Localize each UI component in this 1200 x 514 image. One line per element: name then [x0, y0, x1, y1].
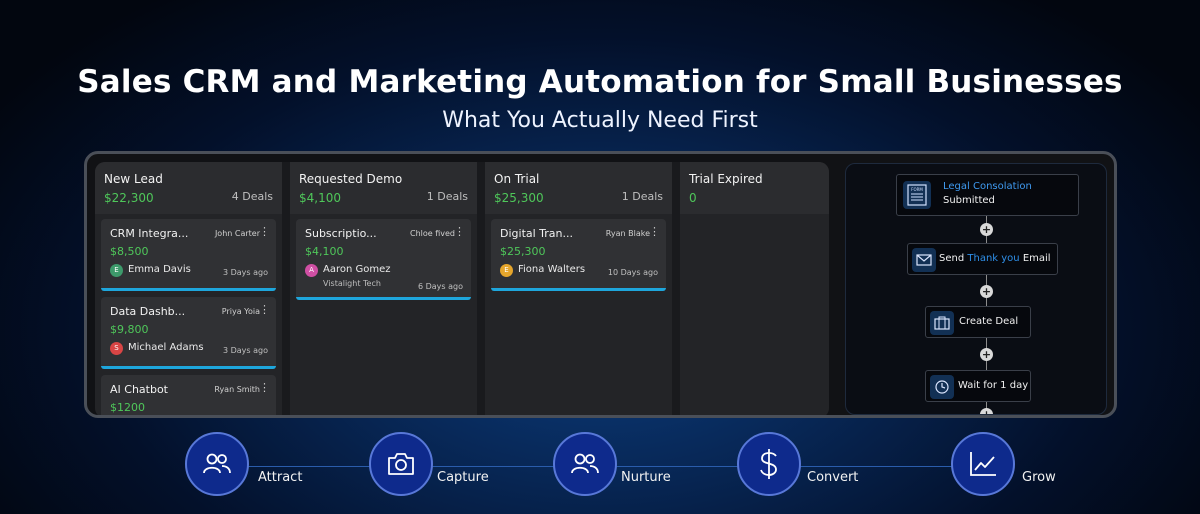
card-progress-bar: [491, 288, 666, 291]
trigger-status: Submitted: [943, 195, 995, 206]
column-header: Requested Demo $4,100 1 Deals: [290, 162, 477, 214]
deal-owner: Priya Yoia: [221, 307, 260, 316]
column-title: New Lead: [104, 172, 163, 186]
pipeline-board: New Lead $22,300 4 Deals CRM Integra... …: [95, 162, 829, 415]
column-amount: 0: [689, 191, 697, 205]
automation-workflow: FORM Legal Consolation Submitted + Send …: [845, 163, 1107, 415]
send-email-label: Send Thank you Email: [939, 253, 1051, 264]
column-title: On Trial: [494, 172, 540, 186]
more-options-icon[interactable]: ⋮: [454, 226, 465, 237]
deal-name: Subscriptio...: [305, 227, 377, 240]
dollar-icon: [760, 449, 777, 479]
pipeline-column-on-trial: On Trial $25,300 1 Deals Digital Tran...…: [485, 162, 672, 415]
wait-node[interactable]: Wait for 1 day: [925, 370, 1031, 402]
add-step-icon[interactable]: +: [980, 285, 993, 298]
send-email-node[interactable]: Send Thank you Email: [907, 243, 1058, 275]
trigger-title: Legal Consolation: [943, 181, 1032, 192]
column-deal-count: 1 Deals: [621, 190, 663, 203]
card-progress-bar: [101, 288, 276, 291]
step-label-grow: Grow: [1022, 470, 1056, 485]
contact-name: Emma Davis: [128, 264, 191, 275]
add-step-icon[interactable]: +: [980, 348, 993, 361]
deal-amount: $9,800: [110, 323, 149, 336]
column-title: Trial Expired: [689, 172, 763, 186]
step-label-capture: Capture: [437, 470, 489, 485]
deal-card[interactable]: AI Chatbot Ryan Smith ⋮ $1200: [101, 375, 276, 415]
svg-text:FORM: FORM: [911, 187, 923, 192]
deal-age: 3 Days ago: [222, 268, 268, 277]
deal-name: Data Dashb...: [110, 305, 186, 318]
add-step-icon[interactable]: +: [980, 223, 993, 236]
app-window: New Lead $22,300 4 Deals CRM Integra... …: [84, 151, 1117, 418]
pipeline-column-requested-demo: Requested Demo $4,100 1 Deals Subscripti…: [290, 162, 477, 415]
deal-owner: Chloe fived: [409, 229, 455, 238]
deal-owner: Ryan Smith: [214, 385, 260, 394]
step-nurture[interactable]: [553, 432, 617, 496]
contact-name: Michael Adams: [128, 342, 204, 353]
page-subtitle: What You Actually Need First: [442, 108, 758, 133]
pipeline-column-trial-expired: Trial Expired 0: [680, 162, 829, 415]
step-capture[interactable]: [369, 432, 433, 496]
wait-label: Wait for 1 day: [958, 380, 1029, 391]
column-deal-count: 4 Deals: [231, 190, 273, 203]
deal-name: CRM Integra...: [110, 227, 189, 240]
deal-amount: $8,500: [110, 245, 149, 258]
avatar: E: [110, 264, 123, 277]
deal-age: 3 Days ago: [222, 346, 268, 355]
column-header: On Trial $25,300 1 Deals: [485, 162, 672, 214]
deal-card[interactable]: Subscriptio... Chloe fived ⋮ $4,100 A Aa…: [296, 219, 471, 300]
avatar: E: [500, 264, 513, 277]
create-deal-node[interactable]: Create Deal: [925, 306, 1031, 338]
step-label-convert: Convert: [807, 470, 859, 485]
column-header: New Lead $22,300 4 Deals: [95, 162, 282, 214]
column-header: Trial Expired 0: [680, 162, 829, 214]
users-icon: [571, 453, 599, 474]
step-label-attract: Attract: [258, 470, 303, 485]
contact-name: Aaron Gomez: [323, 264, 391, 275]
deal-owner: John Carter: [214, 229, 260, 238]
deal-name: Digital Tran...: [500, 227, 573, 240]
more-options-icon[interactable]: ⋮: [259, 382, 270, 393]
avatar: S: [110, 342, 123, 355]
deal-age: 10 Days ago: [607, 268, 658, 277]
step-label-nurture: Nurture: [621, 470, 671, 485]
column-title: Requested Demo: [299, 172, 403, 186]
column-deal-count: 1 Deals: [426, 190, 468, 203]
pipeline-column-new-lead: New Lead $22,300 4 Deals CRM Integra... …: [95, 162, 282, 415]
add-step-icon[interactable]: +: [980, 408, 993, 414]
more-options-icon[interactable]: ⋮: [649, 226, 660, 237]
growth-chart-icon: [970, 452, 996, 476]
deal-amount: $4,100: [305, 245, 344, 258]
step-convert[interactable]: [737, 432, 801, 496]
form-icon: FORM: [903, 181, 931, 209]
deal-amount: $1200: [110, 401, 145, 414]
deal-name: AI Chatbot: [110, 383, 168, 396]
contact-name: Fiona Walters: [518, 264, 586, 275]
briefcase-icon: [930, 311, 954, 335]
clock-icon: [930, 375, 954, 399]
deal-card[interactable]: Digital Tran... Ryan Blake ⋮ $25,300 E F…: [491, 219, 666, 291]
more-options-icon[interactable]: ⋮: [259, 304, 270, 315]
contact-company: Vistalight Tech: [323, 279, 381, 288]
step-grow[interactable]: [951, 432, 1015, 496]
deal-amount: $25,300: [500, 245, 546, 258]
avatar: A: [305, 264, 318, 277]
page-title: Sales CRM and Marketing Automation for S…: [77, 64, 1123, 100]
trigger-node[interactable]: FORM Legal Consolation Submitted: [896, 174, 1079, 216]
card-progress-bar: [101, 366, 276, 369]
camera-icon: [388, 453, 414, 475]
card-progress-bar: [296, 297, 471, 300]
users-icon: [203, 453, 231, 474]
create-deal-label: Create Deal: [959, 316, 1019, 327]
step-attract[interactable]: [185, 432, 249, 496]
more-options-icon[interactable]: ⋮: [259, 226, 270, 237]
mail-icon: [912, 248, 936, 272]
deal-age: 6 Days ago: [417, 282, 463, 291]
deal-owner: Ryan Blake: [605, 229, 650, 238]
deal-card[interactable]: CRM Integra... John Carter ⋮ $8,500 E Em…: [101, 219, 276, 291]
deal-card[interactable]: Data Dashb... Priya Yoia ⋮ $9,800 S Mich…: [101, 297, 276, 369]
